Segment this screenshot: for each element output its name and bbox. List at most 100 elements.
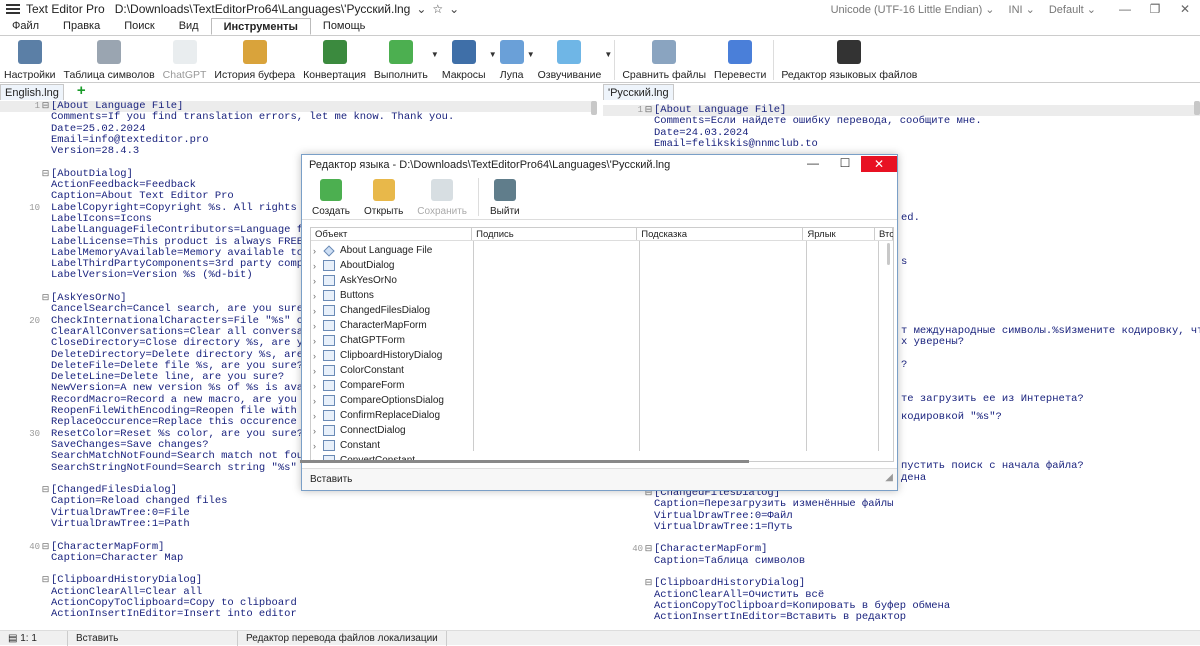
expand-chevron-icon[interactable]: › <box>313 246 323 256</box>
tree-item[interactable]: › CompareOptionsDialog <box>311 393 471 408</box>
ribbon-button-7[interactable]: Лупа ▼ <box>496 36 535 82</box>
theme-select[interactable]: Default ⌄ <box>1049 3 1096 16</box>
maximize-button[interactable]: ❐ <box>1140 2 1170 16</box>
expand-chevron-icon[interactable]: › <box>313 441 323 451</box>
menu-tab[interactable]: Поиск <box>112 18 166 35</box>
expand-chevron-icon[interactable]: › <box>313 291 323 301</box>
fold-toggle-icon[interactable]: ⊟ <box>40 485 51 496</box>
add-tab-icon[interactable]: + <box>77 83 86 98</box>
menu-tab[interactable]: Помощь <box>311 18 378 35</box>
expand-chevron-icon[interactable]: › <box>313 306 323 316</box>
grid-column-header[interactable]: Вто <box>875 228 893 240</box>
tree-item[interactable]: › AboutDialog <box>311 258 471 273</box>
expand-chevron-icon[interactable]: › <box>313 351 323 361</box>
tree-item[interactable]: › ConfirmReplaceDialog <box>311 408 471 423</box>
fold-toggle-icon[interactable]: ⊟ <box>643 578 654 589</box>
fold-toggle-icon[interactable]: ⊟ <box>40 101 51 112</box>
dialog-tool-0[interactable]: Создать <box>305 175 357 217</box>
ribbon-button-5[interactable]: Выполнить ▼ <box>370 36 439 82</box>
tree-item[interactable]: › ConnectDialog <box>311 423 471 438</box>
ribbon-button-3[interactable]: История буфера <box>210 36 299 82</box>
tab-russian-lng[interactable]: 'Русский.lng <box>603 84 674 100</box>
grid-scrollbar[interactable] <box>887 243 890 265</box>
expand-chevron-icon[interactable]: › <box>313 321 323 331</box>
fold-toggle-icon[interactable]: ⊟ <box>40 575 51 586</box>
grid-hscrollbar[interactable] <box>300 460 749 463</box>
right-scrollbar[interactable] <box>1194 101 1200 115</box>
ribbon-toolbar: Настройки Таблица символов ChatGPT История … <box>0 36 1200 83</box>
grid-header: Объект Подпись Подсказка Ярлык Вто <box>311 228 893 241</box>
expand-chevron-icon[interactable]: › <box>313 366 323 376</box>
right-visible-fragment: те загрузить ее из Интернета? <box>901 393 1084 405</box>
tree-item[interactable]: › ColorConstant <box>311 363 471 378</box>
expand-chevron-icon[interactable]: › <box>313 396 323 406</box>
form-icon <box>323 440 335 451</box>
tree-item[interactable]: › ChangedFilesDialog <box>311 303 471 318</box>
dialog-close-button[interactable]: ✕ <box>861 156 897 172</box>
left-scrollbar[interactable] <box>591 101 597 115</box>
expand-chevron-icon[interactable]: › <box>313 411 323 421</box>
minimize-button[interactable]: — <box>1110 2 1140 16</box>
expand-chevron-icon[interactable]: › <box>313 261 323 271</box>
dialog-maximize-button[interactable]: ☐ <box>829 155 861 173</box>
hamburger-menu-icon[interactable] <box>6 4 20 14</box>
grid-column-header[interactable]: Подсказка <box>637 228 804 240</box>
fold-toggle-icon[interactable]: ⊟ <box>643 105 654 116</box>
menu-tab[interactable]: Файл <box>0 18 51 35</box>
dialog-tool-3[interactable]: Выйти <box>483 175 527 217</box>
ribbon-button-11[interactable]: Редактор языковых файлов <box>777 36 921 82</box>
speech-icon <box>557 40 582 64</box>
expand-chevron-icon[interactable]: › <box>313 426 323 436</box>
resize-grip-icon[interactable]: ◢ <box>885 467 893 489</box>
tree-item[interactable]: › CharacterMapForm <box>311 318 471 333</box>
dropdown-arrow-icon[interactable]: ⌄ <box>416 2 426 16</box>
ribbon-button-8[interactable]: Озвучивание ▼ <box>534 36 612 82</box>
fold-toggle-icon[interactable]: ⊟ <box>40 169 51 180</box>
ribbon-button-0[interactable]: Настройки <box>0 36 60 82</box>
expand-chevron-icon[interactable]: › <box>313 336 323 346</box>
tree-item-label: About Language File <box>340 245 433 256</box>
highlighter-select[interactable]: INI ⌄ <box>1009 3 1035 16</box>
ribbon-button-label: Редактор языковых файлов <box>781 69 918 81</box>
ribbon-button-9[interactable]: Сравнить файлы <box>618 36 710 82</box>
grid-column-header[interactable]: Ярлык <box>803 228 875 240</box>
dialog-minimize-button[interactable]: — <box>797 155 829 173</box>
ribbon-button-label: Конвертация <box>303 69 366 81</box>
line-text: Version=28.4.3 <box>51 145 140 158</box>
tab-english-lng[interactable]: English.lng <box>0 84 64 100</box>
language-grid[interactable]: Объект Подпись Подсказка Ярлык Вто › About La… <box>310 227 894 462</box>
ribbon-button-4[interactable]: Конвертация <box>299 36 370 82</box>
fold-toggle-icon[interactable]: ⊟ <box>40 542 51 553</box>
tree-item[interactable]: › CompareForm <box>311 378 471 393</box>
fold-toggle-icon[interactable]: ⊟ <box>40 293 51 304</box>
fold-toggle-icon[interactable]: ⊟ <box>643 544 654 555</box>
ribbon-button-6[interactable]: Макросы ▼ <box>438 36 497 82</box>
tree-item[interactable]: › Constant <box>311 438 471 453</box>
tree-item[interactable]: › Buttons <box>311 288 471 303</box>
ribbon-button-2[interactable]: ChatGPT <box>159 36 211 82</box>
ribbon-button-10[interactable]: Перевести <box>710 36 770 82</box>
tree-item[interactable]: › About Language File <box>311 243 471 258</box>
close-button[interactable]: ✕ <box>1170 2 1200 16</box>
tree-item[interactable]: › ChatGPTForm <box>311 333 471 348</box>
grid-column-header[interactable]: Подпись <box>472 228 638 240</box>
menu-tab[interactable]: Правка <box>51 18 112 35</box>
line-text: [ClipboardHistoryDialog] <box>654 577 806 590</box>
grid-column-header[interactable]: Объект <box>311 228 473 240</box>
dialog-tool-1[interactable]: Открыть <box>357 175 410 217</box>
tree-item[interactable]: › ClipboardHistoryDialog <box>311 348 471 363</box>
tree-item[interactable]: › AskYesOrNo <box>311 273 471 288</box>
encoding-select[interactable]: Unicode (UTF-16 Little Endian) ⌄ <box>831 3 995 16</box>
tree-item-label: ConfirmReplaceDialog <box>340 410 441 421</box>
expand-chevron-icon[interactable]: › <box>313 381 323 391</box>
ribbon-button-1[interactable]: Таблица символов <box>60 36 159 82</box>
tree-item-label: AskYesOrNo <box>340 275 397 286</box>
ribbon-button-label: Перевести <box>714 69 767 81</box>
menu-tab[interactable]: Инструменты <box>210 18 311 35</box>
expand-chevron-icon[interactable]: › <box>313 276 323 286</box>
chevron-down-icon[interactable]: ⌄ <box>449 2 459 16</box>
chevron-down-icon[interactable]: ▼ <box>604 50 612 59</box>
star-icon[interactable]: ☆ <box>432 2 443 16</box>
menu-tab[interactable]: Вид <box>167 18 211 35</box>
